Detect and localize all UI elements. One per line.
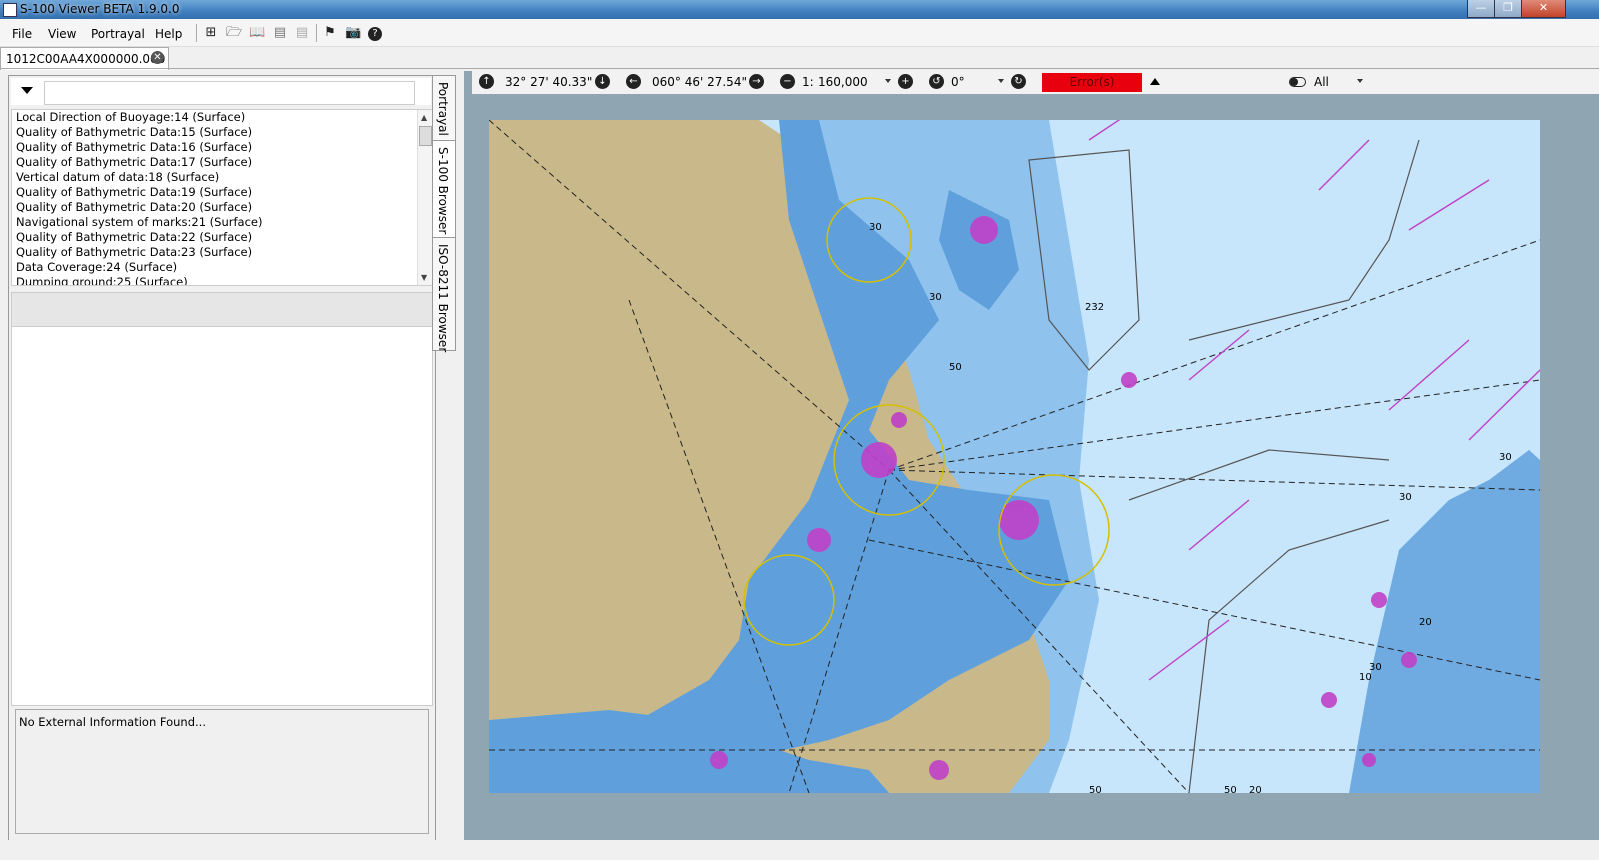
rotate-ccw-icon[interactable]: ↺ xyxy=(929,74,944,89)
help-icon[interactable]: ? xyxy=(367,25,383,41)
lat-down-icon[interactable]: ↓ xyxy=(595,74,610,89)
depth-label: 20 xyxy=(1249,785,1262,793)
list-item[interactable]: Dumping ground:25 (Surface) xyxy=(12,275,432,285)
list-item[interactable]: Local Direction of Buoyage:14 (Surface) xyxy=(12,110,432,125)
layer-list-scrollbar[interactable]: ▲ ▼ xyxy=(417,110,432,285)
nautical-chart[interactable]: 30 30 50 232 30 20 10 30 30 50 50 20 xyxy=(489,120,1540,793)
close-tab-icon[interactable]: ✕ xyxy=(151,51,164,64)
catalog-icon[interactable]: ▤ xyxy=(272,25,288,41)
tab-portrayal-label: Portrayal xyxy=(436,82,450,136)
depth-label: 50 xyxy=(1089,785,1102,793)
layer-list[interactable]: Local Direction of Buoyage:14 (Surface) … xyxy=(11,109,433,286)
list-item[interactable]: Quality of Bathymetric Data:15 (Surface) xyxy=(12,125,432,140)
list-item[interactable]: Quality of Bathymetric Data:19 (Surface) xyxy=(12,185,432,200)
rotate-cw-icon[interactable]: ↻ xyxy=(1011,74,1026,89)
scroll-thumb[interactable] xyxy=(419,126,432,146)
tab-s100-browser[interactable]: S-100 Browser xyxy=(432,140,456,238)
tab-portrayal[interactable]: Portrayal xyxy=(432,75,456,141)
layer-search-input[interactable] xyxy=(44,81,415,105)
latitude-value[interactable]: 32° 27' 40.33" S xyxy=(505,75,604,89)
layer-filter xyxy=(11,78,431,105)
error-indicator[interactable]: Error(s) xyxy=(1042,73,1142,92)
depth-label: 50 xyxy=(949,362,962,373)
list-item[interactable]: Quality of Bathymetric Data:16 (Surface) xyxy=(12,140,432,155)
document-tab-label: 1012C00AA4X000000.000 xyxy=(6,52,166,66)
scale-dropdown-icon[interactable] xyxy=(885,79,891,83)
lat-up-icon[interactable]: ↑ xyxy=(479,74,494,89)
app-icon xyxy=(3,3,17,17)
depth-label: 30 xyxy=(1499,452,1512,463)
scroll-up-icon[interactable]: ▲ xyxy=(421,113,427,122)
maximize-button[interactable]: ❐ xyxy=(1494,0,1522,18)
camera-icon[interactable]: 📷 xyxy=(345,25,361,41)
filter-toggle[interactable] xyxy=(1289,77,1306,87)
scroll-down-icon[interactable]: ▼ xyxy=(421,273,427,282)
tab-divider xyxy=(0,68,1599,69)
lon-right-icon[interactable]: → xyxy=(749,74,764,89)
menu-file[interactable]: File xyxy=(12,27,32,41)
list-item[interactable]: Navigational system of marks:21 (Surface… xyxy=(12,215,432,230)
dropdown-arrow-icon[interactable] xyxy=(21,87,33,94)
list-item[interactable]: Quality of Bathymetric Data:20 (Surface) xyxy=(12,200,432,215)
depth-label: 20 xyxy=(1419,617,1432,628)
depth-label: 30 xyxy=(1399,492,1412,503)
add-icon[interactable]: ⊞ xyxy=(203,25,219,41)
menu-portrayal[interactable]: Portrayal xyxy=(91,27,145,41)
properties-view xyxy=(11,326,433,706)
flag-icon[interactable]: ⚑ xyxy=(322,25,338,41)
error-expand-icon[interactable] xyxy=(1150,78,1160,85)
menu-help[interactable]: Help xyxy=(155,27,182,41)
depth-label: 30 xyxy=(869,222,882,233)
rotation-dropdown-icon[interactable] xyxy=(998,79,1004,83)
properties-header xyxy=(11,292,433,327)
list-item[interactable]: Quality of Bathymetric Data:23 (Surface) xyxy=(12,245,432,260)
book-icon[interactable]: 📖 xyxy=(249,25,265,41)
list-item[interactable]: Quality of Bathymetric Data:17 (Surface) xyxy=(12,155,432,170)
scale-prefix: 1: xyxy=(802,75,814,89)
toolbar-separator xyxy=(196,24,197,42)
filter-select[interactable]: All xyxy=(1314,75,1329,89)
toolbar-separator xyxy=(316,24,317,42)
menu-bar: File View Portrayal Help ⊞ 🗁 📖 ▤ ▤ ⚑ 📷 ? xyxy=(0,19,1599,47)
map-toolbar: ↑ 32° 27' 40.33" S ↓ ← 060° 46' 27.54" E… xyxy=(472,71,1599,94)
rotation-select[interactable]: 0° xyxy=(951,75,965,89)
scale-select[interactable]: 160,000 xyxy=(818,75,868,89)
depth-label: 232 xyxy=(1085,302,1104,313)
list-item[interactable]: Vertical datum of data:18 (Surface) xyxy=(12,170,432,185)
status-bar xyxy=(0,840,1599,860)
depth-label: 10 xyxy=(1359,672,1372,683)
close-button[interactable]: ✕ xyxy=(1521,0,1566,18)
document-tab[interactable]: 1012C00AA4X000000.000 ✕ xyxy=(0,47,169,70)
tab-iso8211-browser-label: ISO-8211 Browser xyxy=(436,244,450,353)
depth-label: 30 xyxy=(929,292,942,303)
tab-iso8211-browser[interactable]: ISO-8211 Browser xyxy=(432,237,456,353)
lon-left-icon[interactable]: ← xyxy=(626,74,641,89)
menu-view[interactable]: View xyxy=(48,27,76,41)
open-folder-icon[interactable]: 🗁 xyxy=(226,25,242,41)
minimize-button[interactable]: — xyxy=(1467,0,1495,18)
filter-dropdown-icon[interactable] xyxy=(1357,79,1363,83)
list-item[interactable]: Data Coverage:24 (Surface) xyxy=(12,260,432,275)
window-title: S-100 Viewer BETA 1.9.0.0 xyxy=(20,2,180,16)
catalog-disabled-icon: ▤ xyxy=(295,25,309,40)
depth-label: 50 xyxy=(1224,785,1237,793)
zoom-out-icon[interactable]: − xyxy=(780,74,795,89)
external-info-text: No External Information Found... xyxy=(19,715,206,729)
title-bar: S-100 Viewer BETA 1.9.0.0 — ❐ ✕ xyxy=(0,0,1599,19)
zoom-in-icon[interactable]: + xyxy=(898,74,913,89)
tab-s100-browser-label: S-100 Browser xyxy=(436,147,450,235)
external-info-box: No External Information Found... xyxy=(15,709,429,834)
left-panel: Local Direction of Buoyage:14 (Surface) … xyxy=(8,75,436,850)
list-item[interactable]: Quality of Bathymetric Data:22 (Surface) xyxy=(12,230,432,245)
longitude-value[interactable]: 060° 46' 27.54" E xyxy=(652,75,758,89)
